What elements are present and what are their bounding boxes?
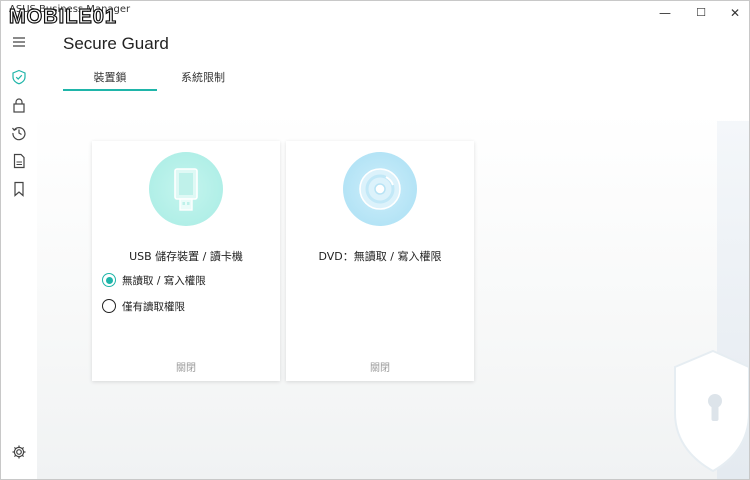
close-button[interactable]: ✕	[723, 5, 747, 21]
history-icon[interactable]	[9, 123, 29, 143]
minimize-button[interactable]: —	[653, 5, 677, 21]
usb-card-title: USB 儲存裝置 / 讀卡機	[129, 250, 243, 263]
bookmark-icon[interactable]	[9, 179, 29, 199]
radio-no-read-write[interactable]	[102, 273, 116, 287]
dvd-card-title: DVD：無讀取 / 寫入權限	[318, 250, 442, 263]
svg-text:MOBILE01: MOBILE01	[9, 6, 117, 28]
disc-icon	[343, 152, 417, 226]
option-label: 僅有讀取權限	[122, 300, 185, 313]
option-label: 無讀取 / 寫入權限	[122, 274, 206, 287]
hamburger-icon[interactable]	[9, 32, 29, 52]
decorative-shield-icon	[674, 349, 749, 473]
watermark-logo: MOBILE01	[8, 5, 117, 28]
page-title: Secure Guard	[63, 34, 169, 53]
lock-icon[interactable]	[9, 95, 29, 115]
sidebar	[1, 29, 37, 479]
gear-icon[interactable]	[9, 442, 29, 462]
active-tab-indicator	[63, 89, 157, 91]
shield-check-icon[interactable]	[9, 67, 29, 87]
document-icon[interactable]	[9, 151, 29, 171]
option-no-read-write[interactable]: 無讀取 / 寫入權限	[102, 272, 206, 288]
tab-device-lock[interactable]: 裝置鎖	[63, 69, 157, 85]
app-window: ASUS Business Manager MOBILE01 — ☐ ✕ Sec…	[0, 0, 750, 480]
usb-storage-card: USB 儲存裝置 / 讀卡機 無讀取 / 寫入權限 僅有讀取權限 關閉	[92, 141, 280, 381]
usb-drive-icon	[149, 152, 223, 226]
tab-system-restriction[interactable]: 系統限制	[165, 69, 241, 85]
title-bar: ASUS Business Manager MOBILE01 — ☐ ✕	[1, 1, 749, 29]
usb-close-button[interactable]: 關閉	[92, 359, 280, 374]
option-read-only[interactable]: 僅有讀取權限	[102, 298, 185, 314]
maximize-button[interactable]: ☐	[689, 5, 713, 21]
dvd-close-button[interactable]: 關閉	[286, 359, 474, 374]
radio-read-only[interactable]	[102, 299, 116, 313]
dvd-card: DVD：無讀取 / 寫入權限 關閉	[286, 141, 474, 381]
